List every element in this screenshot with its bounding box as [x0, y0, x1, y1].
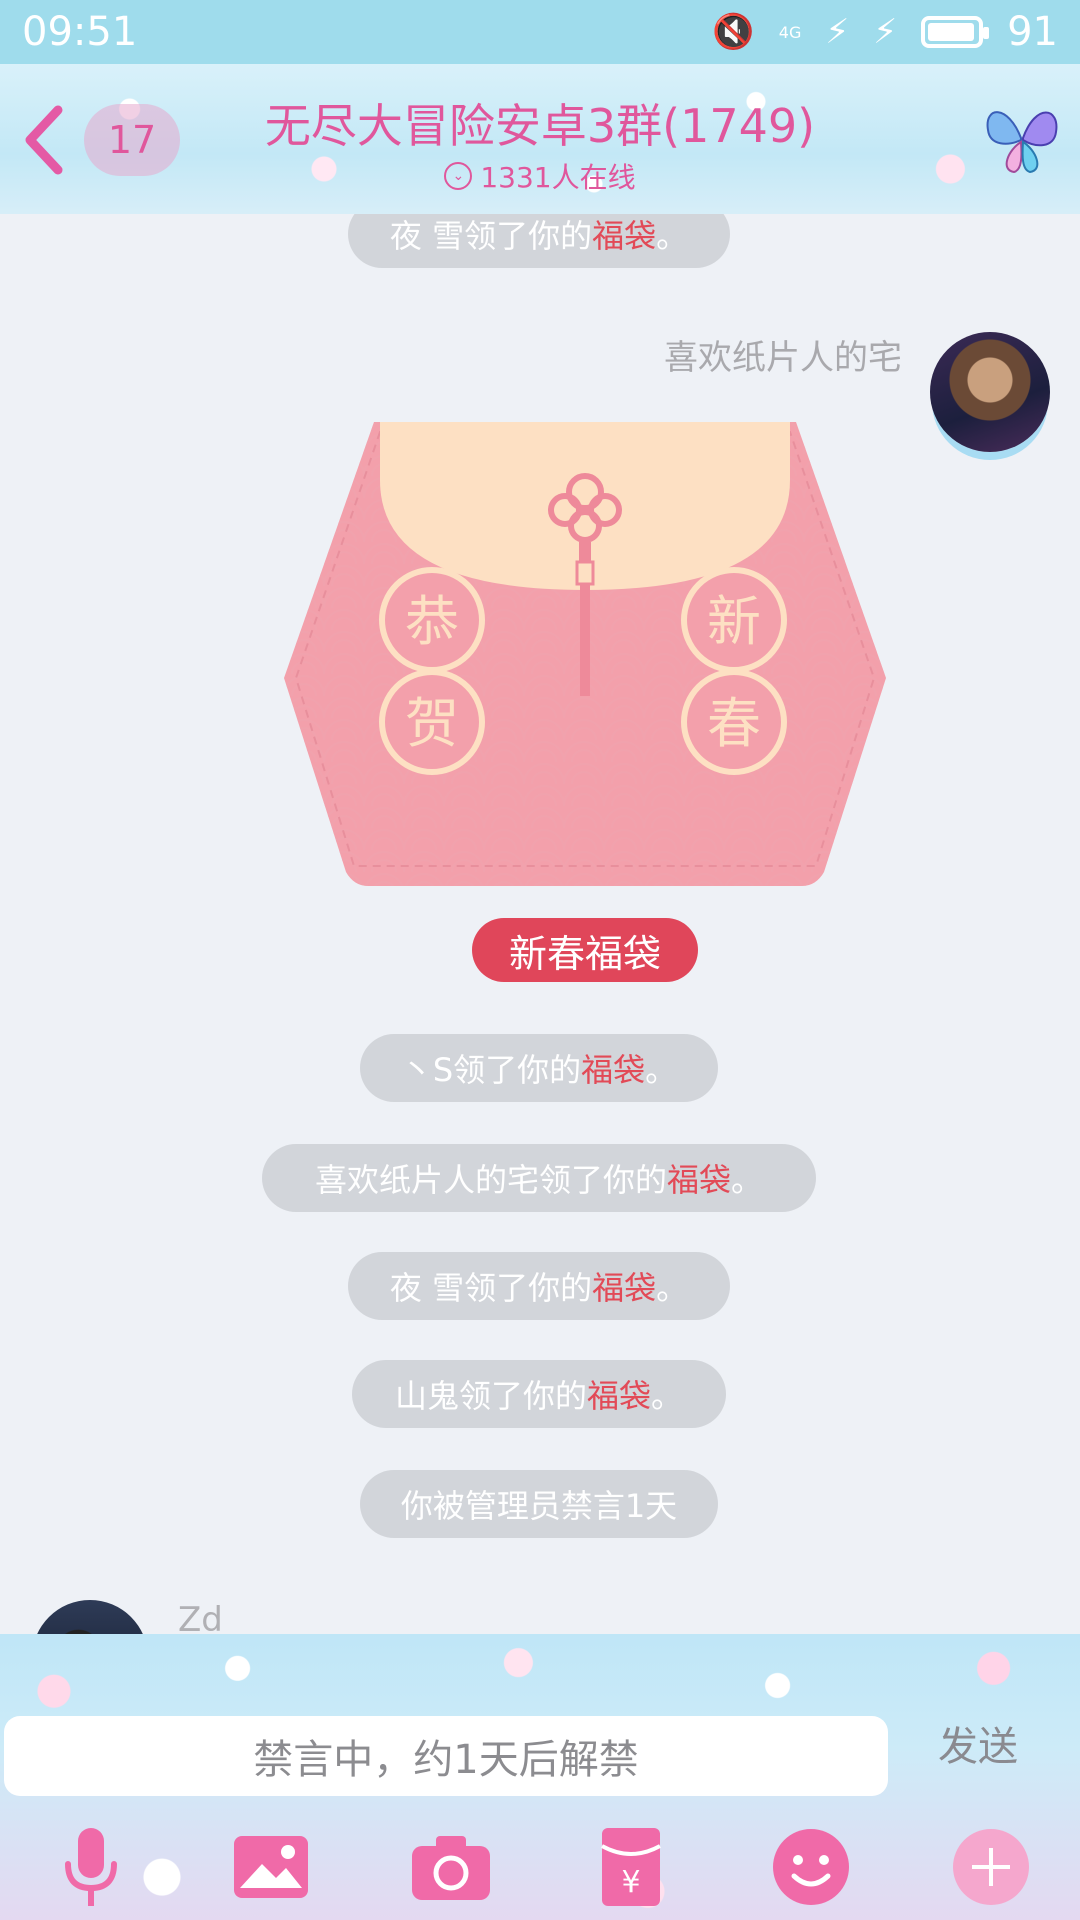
mute-icon: 🔇	[712, 12, 755, 52]
plus-icon	[953, 1829, 1029, 1905]
chevron-down-icon: ⌄	[444, 162, 473, 190]
chat-header: 17 无尽大冒险安卓3群(1749) ⌄ 1331人在线	[0, 64, 1080, 214]
svg-text:春: 春	[707, 694, 761, 754]
battery-level: 91	[1007, 9, 1058, 55]
system-notice: 夜 雪领了你的 福袋。	[348, 1252, 730, 1320]
camera-button[interactable]	[406, 1822, 496, 1912]
system-notice: 山鬼领了你的 福袋。	[352, 1360, 726, 1428]
sender-name: Zd	[178, 1600, 223, 1634]
avatar[interactable]	[930, 332, 1050, 452]
chat-area[interactable]: 夜 雪领了你的 福袋。 喜欢纸片人的宅 恭 贺 新 春 新春福袋 丶S领了你的 …	[0, 214, 1080, 1634]
svg-text:新: 新	[707, 592, 761, 652]
mute-notice: 你被管理员禁言1天	[360, 1470, 718, 1538]
camera-icon	[412, 1836, 490, 1900]
online-count: 1331人在线	[480, 161, 636, 194]
status-icons: 🔇 4G ⚡ ⚡ 91	[712, 9, 1058, 55]
system-notice: 夜 雪领了你的 福袋。	[348, 214, 730, 268]
image-icon	[234, 1836, 308, 1898]
signal-icon: ⚡	[825, 12, 850, 52]
svg-text:¥: ¥	[621, 1865, 640, 1900]
signal-icon-secondary: ⚡	[873, 12, 898, 52]
voice-button[interactable]	[46, 1822, 136, 1912]
system-notice: 丶S领了你的 福袋。	[360, 1034, 718, 1102]
emoji-icon	[773, 1829, 849, 1905]
emoji-button[interactable]	[766, 1822, 856, 1912]
image-button[interactable]	[226, 1822, 316, 1912]
microphone-icon	[65, 1828, 117, 1906]
svg-text:贺: 贺	[405, 694, 459, 754]
message-input[interactable]: 禁言中，约1天后解禁	[4, 1716, 888, 1796]
system-notice: 喜欢纸片人的宅领了你的 福袋。	[262, 1144, 816, 1212]
more-button[interactable]	[946, 1822, 1036, 1912]
send-button[interactable]: 发送	[938, 1714, 1018, 1772]
lucky-bag-card[interactable]: 恭 贺 新 春	[284, 410, 886, 890]
red-packet-button[interactable]: ¥	[586, 1822, 676, 1912]
svg-text:恭: 恭	[405, 592, 459, 652]
status-time: 09:51	[22, 9, 138, 55]
online-status[interactable]: ⌄ 1331人在线	[0, 156, 1080, 196]
battery-icon	[921, 16, 990, 48]
input-panel: 禁言中，约1天后解禁 发送 ¥	[0, 1634, 1080, 1920]
lucky-bag-label[interactable]: 新春福袋	[472, 918, 698, 982]
red-packet-icon: ¥	[601, 1828, 661, 1906]
network-type: 4G	[778, 22, 802, 42]
input-toolbar: ¥	[0, 1810, 1080, 1920]
status-bar: 09:51 🔇 4G ⚡ ⚡ 91	[0, 0, 1080, 64]
group-title[interactable]: 无尽大冒险安卓3群(1749)	[0, 90, 1080, 156]
avatar[interactable]	[32, 1600, 148, 1634]
butterfly-icon[interactable]	[978, 94, 1064, 180]
sender-name: 喜欢纸片人的宅	[664, 338, 902, 378]
